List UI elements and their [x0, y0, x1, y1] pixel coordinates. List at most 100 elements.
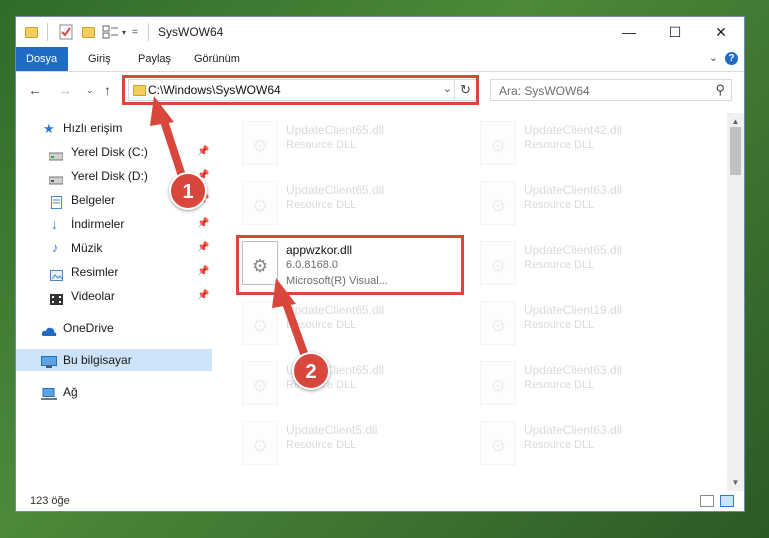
file-description: Resource DLL — [524, 439, 595, 451]
pin-icon[interactable]: 📌 — [197, 141, 209, 163]
customize-toolbar-icon[interactable]: = — [132, 24, 138, 40]
sidebar-item-this-pc[interactable]: Bu bilgisayar — [16, 349, 212, 371]
file-icon: ⚙ — [480, 421, 516, 465]
file-tile[interactable]: ⚙ UpdateClient65.dll Resource DLL — [476, 237, 706, 289]
sidebar-item-videos[interactable]: Videolar 📌 — [16, 285, 212, 307]
minimize-button[interactable]: — — [606, 17, 652, 47]
file-description: Resource DLL — [524, 319, 595, 331]
file-icon: ⚙ — [480, 241, 516, 285]
file-icon: ⚙ — [242, 361, 278, 405]
file-tile[interactable]: ⚙ UpdateClient65.dll Resource DLL — [238, 357, 468, 409]
recent-locations-icon[interactable]: ⌄ — [86, 85, 94, 96]
file-name: UpdateClient63.dll — [524, 423, 623, 437]
file-tile[interactable]: ⚙ UpdateClient63.dll Resource DLL — [476, 417, 706, 469]
pin-icon[interactable]: 📌 — [197, 261, 209, 283]
scroll-down-icon[interactable]: ▼ — [727, 474, 744, 491]
file-name: UpdateClient65.dll — [286, 123, 385, 137]
ribbon-tabs: Dosya Giriş Paylaş Görünüm ⌄ ? — [16, 47, 744, 72]
sidebar-item-label: İndirmeler — [71, 217, 125, 231]
view-options-icon[interactable] — [102, 24, 120, 40]
tab-view[interactable]: Görünüm — [182, 47, 252, 71]
sidebar-item-disk-c[interactable]: Yerel Disk (C:) 📌 — [16, 141, 212, 163]
tab-file[interactable]: Dosya — [16, 47, 68, 71]
details-view-icon[interactable] — [700, 495, 714, 507]
file-tile[interactable]: ⚙ UpdateClient5.dll Resource DLL — [238, 417, 468, 469]
tab-share[interactable]: Paylaş — [126, 47, 183, 71]
search-placeholder: Ara: SysWOW64 — [499, 84, 590, 98]
gear-icon: ⚙ — [490, 316, 507, 336]
navigation-bar: ← → ⌄ ↑ C:\Windows\SysWOW64 ⌄ ↻ Ara: Sys… — [16, 72, 744, 110]
music-icon: ♪ — [52, 240, 59, 255]
sidebar-item-downloads[interactable]: ↓ İndirmeler 📌 — [16, 213, 212, 235]
large-icons-view-icon[interactable] — [720, 495, 734, 507]
expand-ribbon-icon[interactable]: ⌄ — [709, 51, 718, 64]
new-folder-icon[interactable] — [82, 24, 95, 40]
file-name: UpdateClient65.dll — [524, 243, 623, 257]
search-icon[interactable]: ⚲ — [715, 82, 725, 98]
navigation-pane: ★ Hızlı erişim Yerel Disk (C:) 📌 Yerel D… — [16, 113, 212, 491]
sidebar-item-label: Hızlı erişim — [63, 121, 123, 135]
file-tile[interactable]: ⚙ UpdateClient63.dll Resource DLL — [476, 357, 706, 409]
sidebar-item-label: Resimler — [71, 265, 119, 279]
highlight-file-box — [236, 235, 464, 295]
file-name: UpdateClient63.dll — [524, 183, 623, 197]
sidebar-item-onedrive[interactable]: OneDrive — [16, 317, 212, 339]
title-bar: ▾ = SysWOW64 — ☐ ✕ — [16, 17, 744, 47]
file-description: Resource DLL — [286, 439, 357, 451]
file-description: Resource DLL — [524, 199, 595, 211]
gear-icon: ⚙ — [252, 196, 269, 216]
sidebar-item-pictures[interactable]: Resimler 📌 — [16, 261, 212, 283]
pin-icon[interactable]: 📌 — [197, 213, 209, 235]
file-tile[interactable]: ⚙ UpdateClient65.dll Resource DLL — [238, 117, 468, 169]
file-description: Resource DLL — [286, 199, 357, 211]
pictures-icon — [50, 266, 63, 281]
search-input[interactable]: Ara: SysWOW64 ⚲ — [490, 79, 732, 101]
file-tile[interactable]: ⚙ UpdateClient65.dll Resource DLL — [238, 177, 468, 229]
help-icon[interactable]: ? — [725, 52, 738, 65]
sidebar-item-quick-access[interactable]: ★ Hızlı erişim — [16, 117, 212, 139]
sidebar-item-label: Yerel Disk (C:) — [71, 145, 148, 159]
highlight-address-box — [122, 75, 479, 105]
file-icon: ⚙ — [242, 181, 278, 225]
qa-dropdown-icon[interactable]: ▾ — [122, 24, 126, 40]
back-arrow-icon[interactable]: ← — [28, 82, 42, 98]
sidebar-item-label: Videolar — [71, 289, 115, 303]
file-name: UpdateClient19.dll — [524, 303, 623, 317]
file-icon: ⚙ — [480, 181, 516, 225]
file-tile[interactable]: ⚙ UpdateClient19.dll Resource DLL — [476, 297, 706, 349]
properties-icon[interactable] — [59, 24, 73, 40]
pin-icon[interactable]: 📌 — [197, 285, 209, 307]
drive-icon — [48, 146, 64, 161]
forward-arrow-icon[interactable]: → — [58, 82, 72, 98]
sidebar-item-label: Müzik — [71, 241, 103, 255]
file-description: Resource DLL — [524, 139, 595, 151]
file-tile[interactable]: ⚙ UpdateClient63.dll Resource DLL — [476, 177, 706, 229]
tab-home[interactable]: Giriş — [76, 47, 123, 71]
download-icon: ↓ — [51, 216, 58, 232]
file-name: UpdateClient5.dll — [286, 423, 378, 437]
drive-icon — [48, 170, 64, 185]
cloud-icon — [41, 322, 57, 336]
pin-icon[interactable]: 📌 — [197, 237, 209, 259]
close-button[interactable]: ✕ — [698, 17, 744, 47]
vertical-scrollbar[interactable]: ▲ ▼ — [727, 113, 744, 491]
scrollbar-thumb[interactable] — [730, 127, 741, 175]
file-icon: ⚙ — [480, 121, 516, 165]
up-arrow-icon[interactable]: ↑ — [104, 82, 111, 98]
sidebar-item-label: Bu bilgisayar — [63, 353, 132, 367]
divider — [148, 23, 149, 41]
folder-icon — [25, 24, 38, 40]
file-name: UpdateClient42.dll — [524, 123, 623, 137]
item-count: 123 öğe — [30, 495, 70, 507]
gear-icon: ⚙ — [490, 376, 507, 396]
computer-icon — [41, 354, 57, 368]
file-tile[interactable]: ⚙ UpdateClient65.dll Resource DLL — [238, 297, 468, 349]
gear-icon: ⚙ — [490, 256, 507, 276]
sidebar-item-music[interactable]: ♪ Müzik 📌 — [16, 237, 212, 259]
file-icon: ⚙ — [242, 121, 278, 165]
gear-icon: ⚙ — [252, 376, 269, 396]
file-tile[interactable]: ⚙ UpdateClient42.dll Resource DLL — [476, 117, 706, 169]
sidebar-item-network[interactable]: Ağ — [16, 381, 212, 403]
maximize-button[interactable]: ☐ — [652, 17, 698, 47]
divider — [47, 23, 48, 41]
